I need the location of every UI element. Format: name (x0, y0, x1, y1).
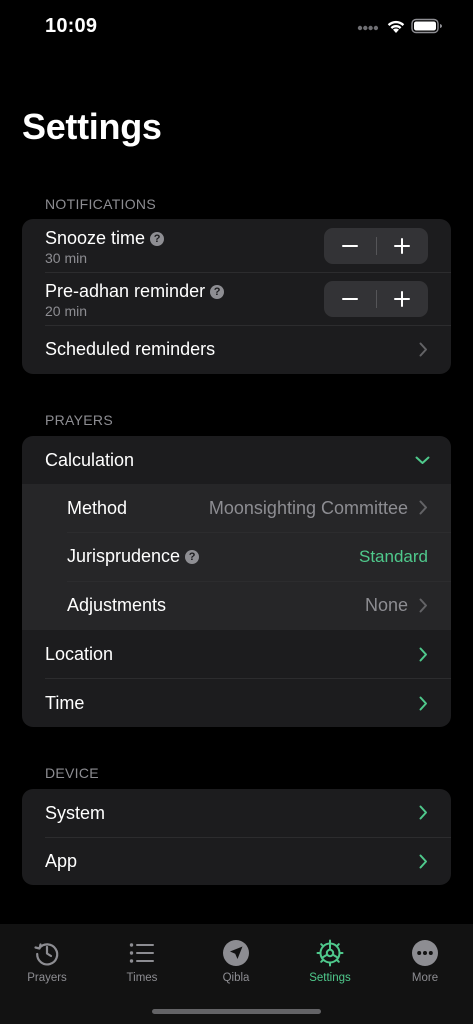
gear-icon (316, 939, 344, 967)
tab-prayers[interactable]: Prayers (0, 924, 94, 994)
help-icon[interactable]: ? (185, 550, 200, 564)
snooze-decrement-button[interactable] (324, 228, 376, 264)
method-row[interactable]: Method Moonsighting Committee (22, 484, 451, 532)
time-label: Time (45, 693, 85, 713)
ellipsis-circle-icon (412, 940, 438, 966)
chevron-right-icon (419, 854, 427, 869)
chevron-right-icon (419, 342, 427, 357)
chevron-right-icon (419, 598, 427, 613)
calculation-row[interactable]: Calculation (22, 436, 451, 484)
pre-adhan-reminder-label: Pre-adhan reminder (45, 281, 206, 301)
system-row[interactable]: System (22, 789, 451, 837)
calculation-subsection: Method Moonsighting Committee Jurisprude… (22, 484, 451, 630)
snooze-time-stepper (324, 228, 428, 264)
prayers-card: Calculation Method Moonsighting Committe… (22, 436, 451, 727)
snooze-time-row: Snooze time? 30 min (22, 219, 451, 272)
jurisprudence-row[interactable]: Jurisprudence? Standard (22, 532, 451, 581)
system-label: System (45, 803, 106, 823)
wifi-icon (387, 20, 405, 33)
tab-label: More (411, 972, 439, 984)
battery-icon (411, 18, 442, 34)
pre-adhan-increment-button[interactable] (376, 281, 428, 317)
chevron-right-icon (419, 647, 427, 662)
chevron-down-icon (415, 456, 430, 464)
tab-label: Prayers (27, 972, 67, 984)
device-card: System App (22, 789, 451, 885)
scheduled-reminders-label: Scheduled reminders (45, 339, 216, 359)
chevron-right-icon (419, 500, 427, 515)
home-indicator[interactable] (152, 1009, 321, 1014)
tab-label: Settings (309, 972, 351, 984)
plus-icon (394, 291, 410, 307)
snooze-increment-button[interactable] (376, 228, 428, 264)
signal-dots-icon (357, 25, 379, 31)
app-row[interactable]: App (22, 837, 451, 885)
tab-times[interactable]: Times (95, 924, 189, 994)
status-bar: 10:09 (0, 0, 473, 54)
section-header-prayers: PRAYERS (45, 412, 113, 428)
status-time: 10:09 (45, 15, 98, 37)
pre-adhan-stepper (324, 281, 428, 317)
snooze-time-label: Snooze time (45, 228, 146, 248)
plus-icon (394, 238, 410, 254)
section-header-device: DEVICE (45, 765, 99, 781)
jurisprudence-label: Jurisprudence (67, 546, 181, 566)
tab-more[interactable]: More (378, 924, 472, 994)
time-row[interactable]: Time (22, 678, 451, 727)
section-header-notifications: NOTIFICATIONS (45, 196, 156, 212)
pre-adhan-decrement-button[interactable] (324, 281, 376, 317)
method-value: Moonsighting Committee (208, 498, 408, 518)
compass-arrow-icon (223, 940, 249, 966)
jurisprudence-value: Standard (359, 547, 428, 566)
calculation-label: Calculation (45, 450, 135, 470)
help-icon[interactable]: ? (150, 232, 165, 246)
tab-qibla[interactable]: Qibla (189, 924, 283, 994)
minus-icon (342, 245, 358, 247)
pre-adhan-reminder-row: Pre-adhan reminder? 20 min (22, 272, 451, 325)
notifications-card: Snooze time? 30 min Pre-adhan reminder? … (22, 219, 451, 374)
adjustments-row[interactable]: Adjustments None (22, 581, 451, 630)
scheduled-reminders-row[interactable]: Scheduled reminders (22, 325, 451, 374)
adjustments-label: Adjustments (67, 595, 167, 615)
app-label: App (45, 851, 78, 871)
location-row[interactable]: Location (22, 630, 451, 678)
adjustments-value: None (364, 595, 408, 615)
snooze-time-value: 30 min (45, 250, 88, 266)
tab-label: Qibla (222, 972, 250, 984)
page-title: Settings (22, 106, 162, 147)
location-label: Location (45, 644, 114, 664)
tab-label: Times (126, 972, 158, 984)
history-clock-icon (34, 943, 59, 966)
minus-icon (342, 298, 358, 300)
chevron-right-icon (419, 696, 427, 711)
chevron-right-icon (419, 805, 427, 820)
pre-adhan-reminder-value: 20 min (45, 303, 88, 319)
tab-settings[interactable]: Settings (283, 924, 377, 994)
list-icon (129, 943, 154, 963)
help-icon[interactable]: ? (210, 285, 225, 299)
method-label: Method (67, 498, 128, 518)
